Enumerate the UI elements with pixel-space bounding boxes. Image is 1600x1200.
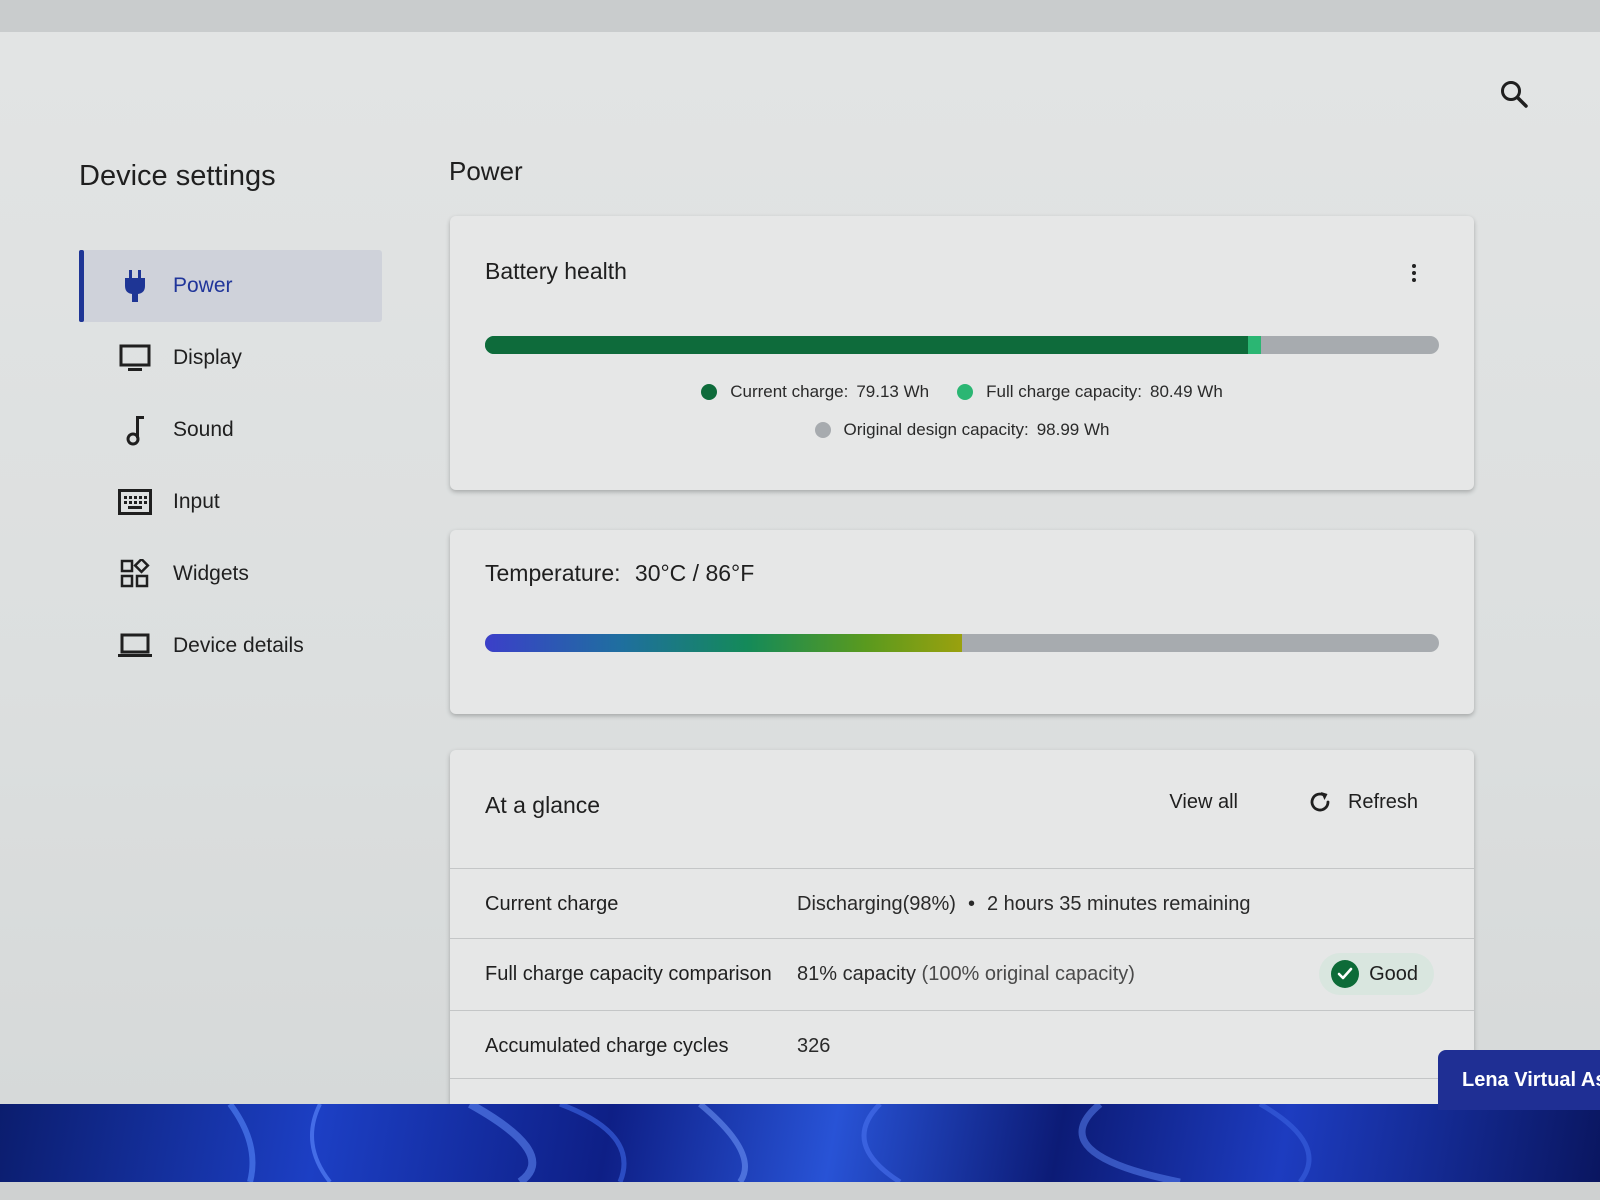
view-all-button[interactable]: View all bbox=[1169, 791, 1238, 814]
more-dot bbox=[1412, 271, 1416, 275]
table-row bbox=[450, 1078, 1474, 1104]
current-charge-segment bbox=[485, 336, 1248, 354]
at-a-glance-title: At a glance bbox=[485, 792, 601, 818]
screen-bottom-bezel bbox=[0, 1182, 1600, 1200]
nav-title: Device settings bbox=[79, 160, 276, 192]
legend-label: Original design capacity: bbox=[843, 420, 1029, 439]
temperature-card: Temperature: 30°C / 86°F bbox=[450, 530, 1474, 714]
temperature-label: Temperature: bbox=[485, 560, 621, 586]
full-charge-dot bbox=[957, 384, 974, 400]
row-value: 326 bbox=[797, 1034, 831, 1057]
design-capacity-dot bbox=[814, 422, 831, 438]
status-badge: Good bbox=[1319, 953, 1434, 995]
sidebar-item-input[interactable]: Input bbox=[79, 466, 382, 538]
battery-health-card: Battery health Current charge: 79.13 Wh … bbox=[450, 216, 1474, 490]
battery-health-title: Battery health bbox=[485, 258, 627, 284]
temperature-title: Temperature: 30°C / 86°F bbox=[485, 560, 754, 587]
time-remaining: 2 hours 35 minutes remaining bbox=[986, 892, 1251, 915]
virtual-assistant-button[interactable]: Lena Virtual As bbox=[1438, 1050, 1600, 1110]
search-button[interactable] bbox=[1494, 74, 1534, 114]
battery-legend-row: Current charge: 79.13 Wh Full charge cap… bbox=[485, 382, 1439, 402]
refresh-button[interactable]: Refresh bbox=[1308, 790, 1418, 814]
plug-icon bbox=[117, 268, 153, 304]
legend-current-charge: Current charge: 79.13 Wh bbox=[701, 382, 929, 402]
row-label: Accumulated charge cycles bbox=[485, 1034, 729, 1057]
capacity-percent: 81% capacity bbox=[797, 962, 916, 985]
desktop-wallpaper bbox=[0, 1104, 1600, 1182]
temperature-value: 30°C / 86°F bbox=[634, 560, 755, 586]
current-charge-dot bbox=[701, 384, 718, 400]
legend-full-charge-capacity: Full charge capacity: 80.49 Wh bbox=[957, 382, 1223, 402]
sidebar-item-label: Power bbox=[173, 274, 233, 297]
more-dot bbox=[1412, 278, 1416, 282]
screen-top-bezel bbox=[0, 0, 1600, 32]
battery-capacity-bar bbox=[485, 336, 1439, 354]
sidebar-item-label: Input bbox=[173, 490, 220, 513]
table-row: Full charge capacity comparison 81% capa… bbox=[450, 938, 1474, 1009]
original-capacity-note: (100% original capacity) bbox=[921, 962, 1135, 985]
sidebar-item-display[interactable]: Display bbox=[79, 322, 382, 394]
legend-value: 98.99 Wh bbox=[1036, 420, 1110, 439]
table-row: Accumulated charge cycles 326 bbox=[450, 1010, 1474, 1081]
table-row: Current charge Discharging(98%) • 2 hours … bbox=[450, 868, 1474, 939]
sidebar-item-sound[interactable]: Sound bbox=[79, 394, 382, 466]
more-dot bbox=[1412, 264, 1416, 268]
sidebar-item-widgets[interactable]: Widgets bbox=[79, 538, 382, 610]
row-value: 81% capacity (100% original capacity) bbox=[797, 963, 1135, 986]
widgets-icon bbox=[117, 556, 153, 592]
glance-actions: View all Refresh bbox=[1169, 790, 1418, 814]
more-options-button[interactable] bbox=[1404, 260, 1424, 286]
laptop-icon bbox=[117, 628, 153, 664]
monitor-icon bbox=[117, 340, 153, 376]
status-badge-label: Good bbox=[1369, 962, 1418, 985]
sidebar-item-label: Sound bbox=[173, 418, 234, 441]
charge-status: Discharging(98%) bbox=[797, 892, 956, 915]
row-label: Full charge capacity comparison bbox=[485, 962, 772, 985]
search-icon bbox=[1501, 81, 1528, 108]
legend-label: Current charge: bbox=[730, 382, 849, 401]
sidebar-item-power[interactable]: Power bbox=[79, 250, 382, 322]
legend-design-capacity: Original design capacity: 98.99 Wh bbox=[814, 420, 1110, 440]
wallpaper-swirl bbox=[227, 1104, 1312, 1182]
music-note-icon bbox=[117, 412, 153, 448]
at-a-glance-card: At a glance View all Refresh Current cha… bbox=[450, 750, 1474, 1104]
check-icon bbox=[1331, 960, 1360, 988]
battery-legend-row: Original design capacity: 98.99 Wh bbox=[485, 420, 1439, 440]
page-title: Power bbox=[449, 156, 523, 186]
temperature-level-fill bbox=[485, 634, 962, 652]
keyboard-icon bbox=[117, 484, 153, 520]
refresh-icon bbox=[1308, 790, 1332, 814]
legend-value: 79.13 Wh bbox=[856, 382, 930, 401]
refresh-label: Refresh bbox=[1347, 790, 1418, 813]
row-label: Current charge bbox=[485, 892, 619, 915]
row-value: Discharging(98%) • 2 hours 35 minutes rema… bbox=[797, 893, 1250, 916]
sidebar-item-label: Device details bbox=[173, 634, 304, 657]
sidebar-nav: Power Display Sound Input Widgets Device… bbox=[79, 250, 382, 682]
legend-label: Full charge capacity: bbox=[986, 382, 1143, 401]
sidebar-item-label: Display bbox=[173, 346, 242, 369]
separator-dot: • bbox=[967, 892, 975, 915]
sidebar-item-label: Widgets bbox=[173, 562, 249, 585]
temperature-bar bbox=[485, 634, 1439, 652]
sidebar-item-device-details[interactable]: Device details bbox=[79, 610, 382, 682]
legend-value: 80.49 Wh bbox=[1150, 382, 1223, 401]
